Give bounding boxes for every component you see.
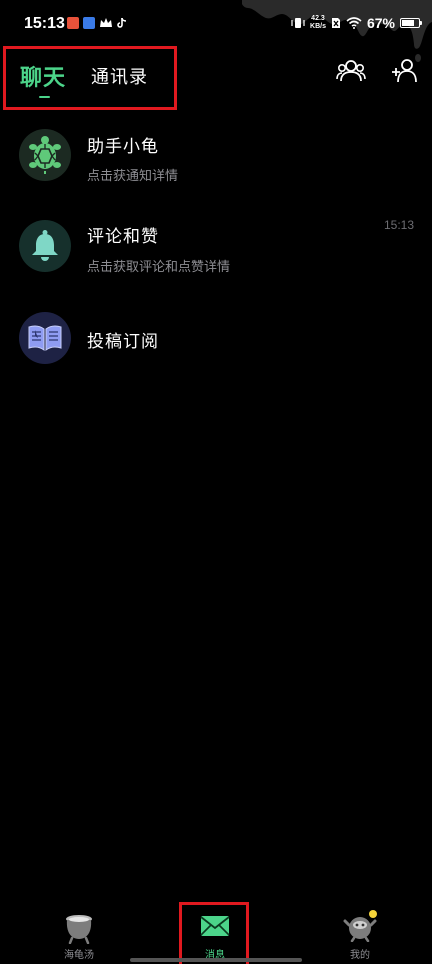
- conversation-time: 15:13: [383, 218, 414, 232]
- app-notification-icon: [83, 17, 95, 29]
- cauldron-icon: [66, 915, 92, 944]
- notification-icons: [67, 17, 127, 29]
- tab-chat[interactable]: 聊天: [20, 60, 66, 92]
- bell-icon: [32, 230, 58, 261]
- nav-item-profile[interactable]: 我的: [320, 900, 400, 964]
- tab-contacts[interactable]: 通讯录: [91, 63, 148, 89]
- network-speed: 42.3 KB/s: [310, 15, 326, 31]
- notification-badge-dot: [369, 910, 377, 918]
- sim-off-icon: [331, 18, 340, 28]
- nav-label: 海龟汤: [64, 950, 94, 961]
- home-indicator: [130, 958, 302, 962]
- crown-icon: [100, 18, 112, 27]
- tiktok-icon: [117, 17, 127, 28]
- conversation-subtitle: 点击获通知详情: [87, 169, 179, 184]
- conversation-item-subscriptions[interactable]: 投稿订阅: [0, 298, 432, 378]
- conversation-subtitle: 点击获取评论和点赞详情: [87, 260, 231, 275]
- battery-percent: 67%: [366, 15, 395, 31]
- nav-item-turtle-soup[interactable]: 海龟汤: [39, 900, 119, 964]
- app-screen: 15:13 42.3 KB/s 67% 聊天 通讯录 助手小龟 点击获通知详情 …: [0, 0, 432, 964]
- conversation-title: 助手小龟: [87, 137, 159, 157]
- conversation-title: 评论和赞: [87, 227, 159, 247]
- conversation-item-assistant[interactable]: 助手小龟 点击获通知详情: [0, 116, 432, 196]
- group-icon[interactable]: [336, 57, 366, 85]
- vibrate-icon: [291, 18, 305, 28]
- status-time: 15:13: [24, 15, 65, 32]
- avatar: [19, 312, 71, 364]
- tab-active-indicator: [39, 96, 50, 98]
- add-contact-icon[interactable]: [390, 57, 420, 85]
- messages-tab-highlight: [179, 902, 249, 964]
- nav-label: 我的: [350, 950, 370, 961]
- conversation-title: 投稿订阅: [87, 332, 159, 352]
- app-notification-icon: [67, 17, 79, 29]
- battery-icon: [400, 18, 422, 28]
- conversation-item-comments[interactable]: 评论和赞 点击获取评论和点赞详情 15:13: [0, 206, 432, 286]
- network-speed-unit: KB/s: [310, 23, 326, 30]
- avatar: [19, 129, 71, 181]
- avatar: [19, 220, 71, 272]
- turtle-icon: [29, 136, 61, 174]
- network-speed-value: 42.3: [311, 15, 325, 22]
- wifi-icon: [346, 17, 362, 29]
- book-icon: [28, 325, 62, 351]
- status-bar: 15:13 42.3 KB/s 67%: [0, 0, 432, 62]
- status-right: 42.3 KB/s 67%: [291, 15, 422, 31]
- header-tabs-highlight: 聊天 通讯录: [3, 46, 177, 110]
